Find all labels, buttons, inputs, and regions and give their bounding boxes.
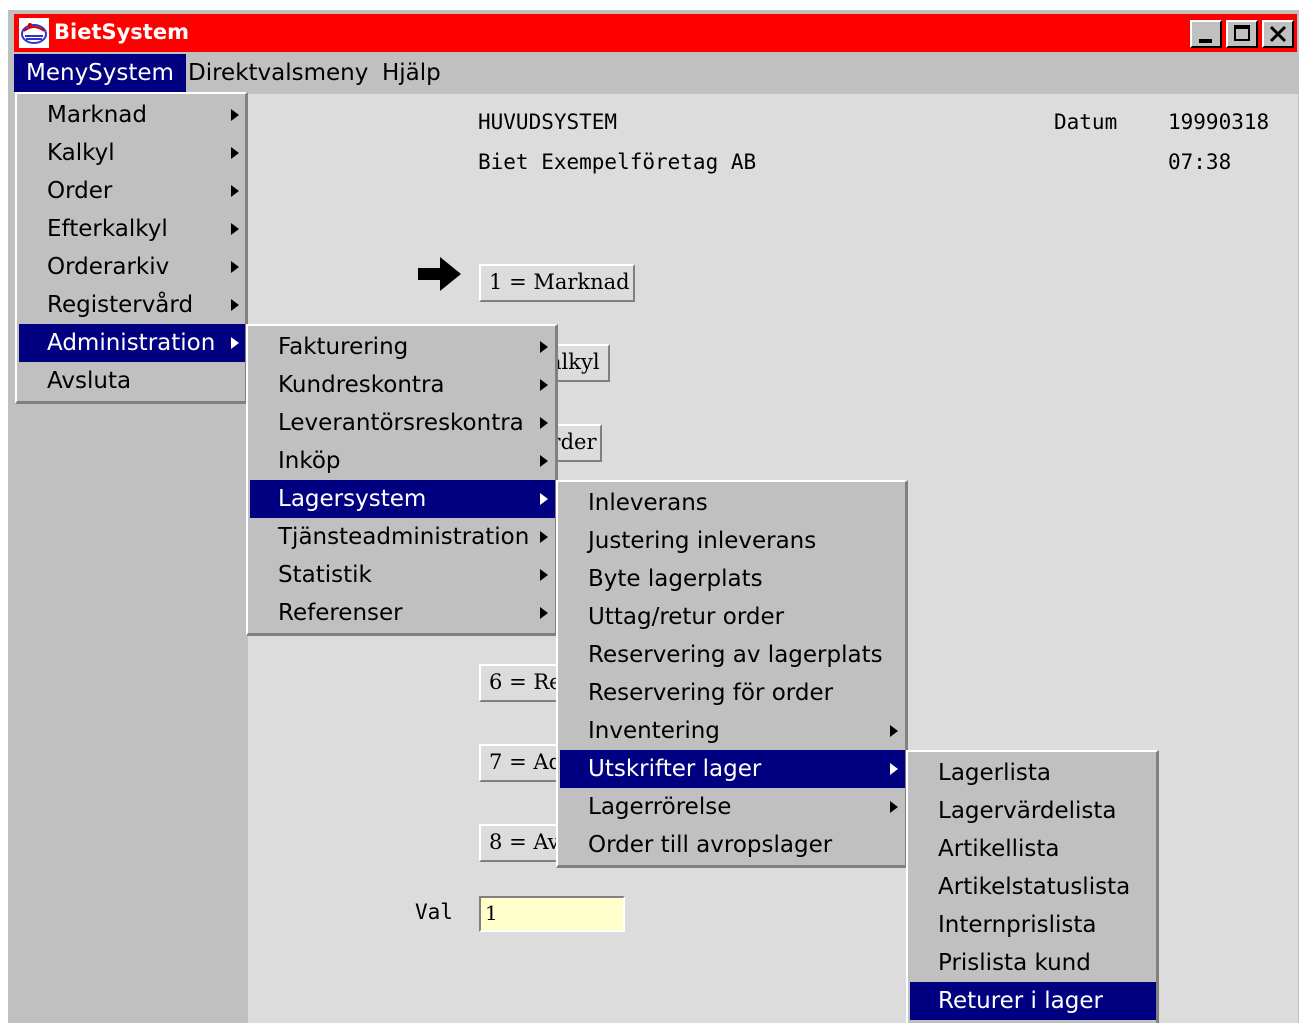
menu-item-internprislista[interactable]: Internprislista xyxy=(910,906,1156,944)
utskrifter-submenu: Lagerlista Lagervärdelista Artikellista … xyxy=(906,750,1159,1023)
menu-item-lagerlista[interactable]: Lagerlista xyxy=(910,754,1156,792)
menu-item-statistik[interactable]: Statistik xyxy=(250,556,555,594)
menu-item-marknad[interactable]: Marknad xyxy=(19,96,245,134)
submenu-arrow-icon xyxy=(540,455,548,467)
app-logo-icon xyxy=(19,18,49,48)
submenu-arrow-icon xyxy=(540,569,548,581)
submenu-arrow-icon xyxy=(540,493,548,505)
submenu-arrow-icon xyxy=(540,417,548,429)
company-name: Biet Exempelföretag AB xyxy=(478,150,757,174)
window-title: BietSystem xyxy=(54,20,189,44)
submenu-arrow-icon xyxy=(540,341,548,353)
submenu-arrow-icon xyxy=(231,185,239,197)
val-input[interactable]: 1 xyxy=(479,896,625,932)
main-menu: Marknad Kalkyl Order Efterkalkyl Orderar… xyxy=(15,92,248,404)
menu-direktvalsmeny[interactable]: Direktvalsmeny xyxy=(176,54,380,92)
submenu-arrow-icon xyxy=(890,801,898,813)
menu-item-tjansteadministration[interactable]: Tjänsteadministration xyxy=(250,518,555,556)
time-value: 07:38 xyxy=(1168,150,1232,174)
submenu-arrow-icon xyxy=(231,261,239,273)
menu-item-efterkalkyl[interactable]: Efterkalkyl xyxy=(19,210,245,248)
arrow-right-icon xyxy=(418,257,461,291)
menu-item-avsluta[interactable]: Avsluta xyxy=(19,362,245,400)
lagersystem-submenu: Inleverans Justering inleverans Byte lag… xyxy=(556,480,908,868)
choice-number: 6 xyxy=(489,670,503,694)
date-label: Datum xyxy=(1054,110,1118,134)
menu-item-inventering[interactable]: Inventering xyxy=(560,712,905,750)
submenu-arrow-icon xyxy=(231,147,239,159)
menu-item-orderarkiv[interactable]: Orderarkiv xyxy=(19,248,245,286)
close-button[interactable] xyxy=(1262,20,1294,48)
menu-item-artikelstatuslista[interactable]: Artikelstatuslista xyxy=(910,868,1156,906)
choice-label: = Av xyxy=(509,830,560,854)
maximize-icon xyxy=(1234,25,1250,41)
menu-item-registervard[interactable]: Registervård xyxy=(19,286,245,324)
menu-item-artikellista[interactable]: Artikellista xyxy=(910,830,1156,868)
submenu-arrow-icon xyxy=(540,531,548,543)
submenu-arrow-icon xyxy=(231,299,239,311)
maximize-button[interactable] xyxy=(1226,20,1258,48)
menu-item-reservering-lagerplats[interactable]: Reservering av lagerplats xyxy=(560,636,905,674)
minimize-button[interactable] xyxy=(1190,20,1222,48)
menu-item-kundreskontra[interactable]: Kundreskontra xyxy=(250,366,555,404)
minimize-icon xyxy=(1199,39,1212,43)
submenu-arrow-icon xyxy=(231,109,239,121)
menu-item-order[interactable]: Order xyxy=(19,172,245,210)
menu-hjalp[interactable]: Hjälp xyxy=(370,54,453,92)
submenu-arrow-icon xyxy=(890,763,898,775)
choice-button-1[interactable]: 1 = Marknad xyxy=(479,264,635,302)
menu-item-leverantorsreskontra[interactable]: Leverantörsreskontra xyxy=(250,404,555,442)
submenu-arrow-icon xyxy=(540,607,548,619)
menu-item-order-avropslager[interactable]: Order till avropslager xyxy=(560,826,905,864)
submenu-arrow-icon xyxy=(890,725,898,737)
administration-submenu: Fakturering Kundreskontra Leverantörsres… xyxy=(246,324,558,636)
menu-item-justering-inleverans[interactable]: Justering inleverans xyxy=(560,522,905,560)
menu-item-inleverans[interactable]: Inleverans xyxy=(560,484,905,522)
menu-item-kalkyl[interactable]: Kalkyl xyxy=(19,134,245,172)
choice-label: = Re xyxy=(509,670,562,694)
menu-item-fakturering[interactable]: Fakturering xyxy=(250,328,555,366)
val-label: Val xyxy=(415,900,453,924)
menu-item-byte-lagerplats[interactable]: Byte lagerplats xyxy=(560,560,905,598)
choice-number: 7 xyxy=(489,750,503,774)
submenu-arrow-icon xyxy=(231,223,239,235)
choice-label: = Ad xyxy=(509,750,562,774)
menu-item-utskrifter-lager[interactable]: Utskrifter lager xyxy=(560,750,905,788)
menu-item-lagervardelista[interactable]: Lagervärdelista xyxy=(910,792,1156,830)
menu-item-uttag-retur-order[interactable]: Uttag/retur order xyxy=(560,598,905,636)
date-value: 19990318 xyxy=(1168,110,1270,134)
menu-item-reservering-order[interactable]: Reservering för order xyxy=(560,674,905,712)
menu-item-lagersystem[interactable]: Lagersystem xyxy=(250,480,555,518)
choice-number: 8 xyxy=(489,830,503,854)
menu-item-lagerrorelse[interactable]: Lagerrörelse xyxy=(560,788,905,826)
choice-number: 1 xyxy=(489,270,503,294)
submenu-arrow-icon xyxy=(231,337,239,349)
menu-bar: MenySystem Direktvalsmeny Hjälp xyxy=(14,52,1297,94)
menu-item-inkop[interactable]: Inköp xyxy=(250,442,555,480)
system-title: HUVUDSYSTEM xyxy=(478,110,618,134)
title-bar[interactable]: BietSystem xyxy=(14,14,1297,52)
choice-label: = Marknad xyxy=(509,270,630,294)
menu-menysystem[interactable]: MenySystem xyxy=(14,54,186,92)
submenu-arrow-icon xyxy=(540,379,548,391)
menu-item-prislista-kund[interactable]: Prislista kund xyxy=(910,944,1156,982)
menu-item-referenser[interactable]: Referenser xyxy=(250,594,555,632)
menu-item-administration[interactable]: Administration xyxy=(19,324,245,362)
menu-item-returer-i-lager[interactable]: Returer i lager xyxy=(910,982,1156,1020)
close-icon xyxy=(1269,25,1287,43)
